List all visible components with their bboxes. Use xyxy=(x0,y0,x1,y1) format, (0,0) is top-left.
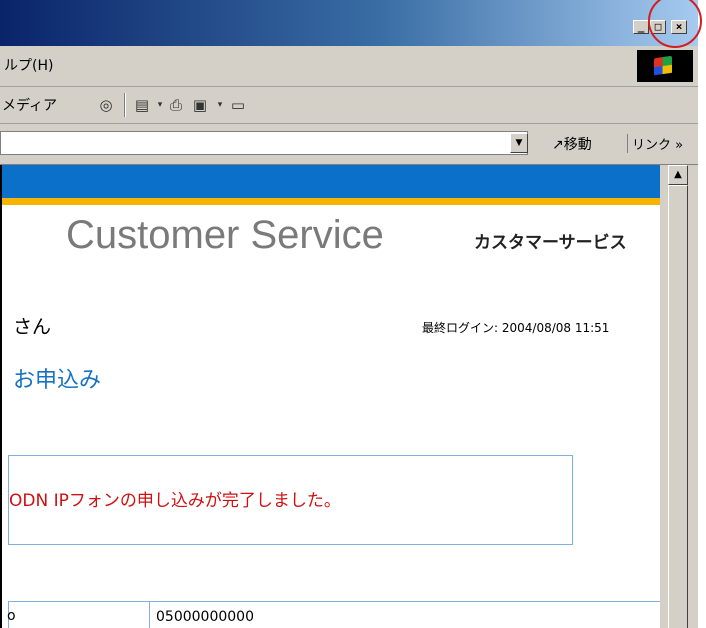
print-icon[interactable]: ⎙ xyxy=(166,96,186,114)
minimize-button[interactable]: _ xyxy=(633,20,649,34)
scroll-thumb[interactable] xyxy=(668,185,688,628)
table-label-cell: o xyxy=(7,602,150,628)
info-table-row: o 05000000000 xyxy=(7,601,660,628)
go-arrow-icon: ↗ xyxy=(552,137,564,153)
browser-window: _ □ × ルプ(H) メディア ◎ ▤ ▾ ⎙ ▣ ▾ ▭ ▼ ↗移動 リンク… xyxy=(0,0,698,628)
windows-logo-icon xyxy=(637,50,693,82)
outer-margin xyxy=(698,0,706,628)
maximize-button[interactable]: □ xyxy=(650,20,666,34)
completion-message: ODN IPフォンの申し込みが完了しました。 xyxy=(9,491,341,511)
content-left-edge xyxy=(0,165,2,628)
header-yellow-band xyxy=(0,198,660,205)
site-logo-jp: カスタマーサービス xyxy=(474,233,627,253)
links-button[interactable]: リンク » xyxy=(627,134,683,153)
scroll-up-button[interactable]: ▲ xyxy=(668,165,688,185)
address-bar: ▼ ↗移動 リンク » xyxy=(0,124,698,165)
address-dropdown-button[interactable]: ▼ xyxy=(510,133,528,153)
history-icon[interactable]: ◎ xyxy=(96,96,116,114)
table-label: o xyxy=(7,608,16,624)
chevron-down-icon[interactable]: ▾ xyxy=(210,96,230,114)
word-icon[interactable]: ▣ xyxy=(190,96,210,114)
last-login: 最終ログイン: 2004/08/08 11:51 xyxy=(422,321,610,335)
completion-message-box: ODN IPフォンの申し込みが完了しました。 xyxy=(8,455,573,545)
user-greeting: さん xyxy=(13,316,52,338)
page-content: Customer Service カスタマーサービス さん 最終ログイン: 20… xyxy=(0,165,660,628)
toolbar: メディア ◎ ▤ ▾ ⎙ ▣ ▾ ▭ xyxy=(0,87,698,124)
title-bar[interactable]: _ □ × xyxy=(0,0,698,46)
go-label: 移動 xyxy=(563,137,592,153)
toolbar-divider xyxy=(124,93,126,117)
print-preview-icon[interactable]: ▤ xyxy=(132,96,152,114)
header-blue-band xyxy=(0,165,660,198)
site-logo-en: Customer Service xyxy=(66,213,384,257)
media-button[interactable]: メディア xyxy=(2,95,57,115)
vertical-scrollbar[interactable]: ▲ xyxy=(660,165,698,628)
phone-number-value: 05000000000 xyxy=(156,609,254,625)
go-button[interactable]: ↗移動 xyxy=(552,134,592,154)
menu-help[interactable]: ルプ(H) xyxy=(4,55,53,75)
close-button[interactable]: × xyxy=(671,20,687,34)
page-title: お申込み xyxy=(13,368,102,393)
address-input[interactable] xyxy=(0,131,528,155)
menu-bar: ルプ(H) xyxy=(0,46,698,87)
edit-icon[interactable]: ▭ xyxy=(228,96,248,114)
